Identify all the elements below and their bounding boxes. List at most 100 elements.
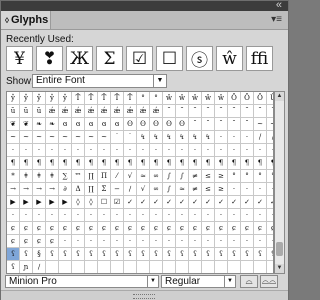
recent-glyph[interactable]: ☐ [156, 46, 183, 71]
glyph-cell[interactable]: · [111, 235, 124, 248]
glyph-cell[interactable]: Ť [98, 92, 111, 105]
glyph-cell[interactable]: · [228, 235, 241, 248]
scroll-down-icon[interactable]: ▼ [275, 264, 284, 273]
glyph-cell[interactable]: ʕ [98, 248, 111, 261]
glyph-cell[interactable]: · [176, 209, 189, 222]
recent-glyph[interactable]: ŵ [216, 46, 243, 71]
glyph-cell[interactable]: ∏ [85, 170, 98, 183]
glyph-cell[interactable]: ▶ [7, 196, 20, 209]
glyph-cell[interactable]: ✓ [228, 196, 241, 209]
glyph-cell[interactable]: · [202, 144, 215, 157]
glyph-cell[interactable]: ɞ [85, 118, 98, 131]
glyph-cell[interactable]: ◊ [85, 196, 98, 209]
glyph-cell[interactable]: ǽ [137, 105, 150, 118]
glyph-cell[interactable]: · [20, 209, 33, 222]
glyph-cell[interactable]: ʕ [254, 248, 267, 261]
glyph-cell[interactable]: ✓ [150, 196, 163, 209]
glyph-cell[interactable]: ɞ [98, 118, 111, 131]
glyph-cell[interactable] [46, 261, 59, 273]
panel-titlebar[interactable]: « [1, 0, 288, 11]
glyph-cell[interactable]: ° [228, 170, 241, 183]
glyph-cell[interactable]: ¶ [20, 157, 33, 170]
glyph-cell[interactable]: · [163, 209, 176, 222]
glyph-cell[interactable]: ʘ [150, 118, 163, 131]
glyph-cell[interactable] [228, 261, 241, 273]
glyph-cell[interactable]: Π [98, 170, 111, 183]
glyph-cell[interactable]: ʕ [228, 248, 241, 261]
glyph-cell[interactable]: ǂ [33, 170, 46, 183]
glyph-cell[interactable]: ŭ [20, 105, 33, 118]
glyph-cell[interactable]: · [189, 144, 202, 157]
show-dropdown[interactable]: Entire Font ▼ [32, 74, 167, 88]
glyph-cell[interactable]: ˘ [215, 118, 228, 131]
glyph-cell[interactable]: · [7, 144, 20, 157]
scroll-thumb[interactable] [276, 242, 283, 256]
glyph-cell[interactable]: ≤ [202, 170, 215, 183]
glyph-cell[interactable]: ˜ [254, 105, 267, 118]
glyph-cell[interactable] [241, 261, 254, 273]
glyph-cell[interactable] [124, 261, 137, 273]
glyph-cell[interactable]: ° [150, 92, 163, 105]
glyph-cell[interactable]: ¶ [111, 157, 124, 170]
recent-glyph[interactable]: Ж [66, 46, 93, 71]
glyph-cell[interactable]: ◊ [72, 196, 85, 209]
glyph-cell[interactable]: ɞ [111, 118, 124, 131]
glyph-cell[interactable]: ʕ [267, 248, 273, 261]
glyph-cell[interactable]: ˜ [176, 105, 189, 118]
glyph-cell[interactable]: ✓ [163, 196, 176, 209]
glyph-cell[interactable]: ˜ [267, 105, 273, 118]
glyph-cell[interactable]: √ [124, 170, 137, 183]
glyph-cell[interactable]: ✓ [137, 196, 150, 209]
glyph-cell[interactable]: ʘ [124, 118, 137, 131]
glyph-cell[interactable]: ʕ [202, 248, 215, 261]
glyph-cell[interactable]: ¶ [98, 157, 111, 170]
glyph-cell[interactable]: → [7, 183, 20, 196]
glyph-cell[interactable]: ∏ [85, 183, 98, 196]
glyph-cell[interactable]: ❦ [20, 118, 33, 131]
glyph-cell[interactable]: ɲ [20, 261, 33, 273]
glyph-cell[interactable]: · [176, 144, 189, 157]
glyph-cell[interactable]: ŷ [7, 92, 20, 105]
glyph-cell[interactable]: Ŏ [241, 92, 254, 105]
glyph-cell[interactable]: · [137, 209, 150, 222]
glyph-cell[interactable]: · [215, 131, 228, 144]
glyph-cell[interactable] [267, 261, 273, 273]
glyph-cell[interactable]: · [241, 235, 254, 248]
glyph-cell[interactable]: ¶ [228, 157, 241, 170]
glyph-cell[interactable]: ʕ [241, 248, 254, 261]
glyph-cell[interactable]: ° [254, 170, 267, 183]
glyph-cell[interactable] [137, 261, 150, 273]
glyph-cell[interactable]: ✓ [254, 196, 267, 209]
glyph-cell[interactable]: ↯ [189, 131, 202, 144]
glyph-cell[interactable]: ▶ [20, 196, 33, 209]
glyph-cell[interactable]: − [111, 183, 124, 196]
glyph-cell[interactable]: · [228, 209, 241, 222]
glyph-cell[interactable]: → [33, 183, 46, 196]
glyph-cell[interactable]: ŷ [46, 92, 59, 105]
glyph-cell[interactable]: ❧ [46, 118, 59, 131]
glyph-cell[interactable]: ʕ [7, 248, 20, 261]
glyph-cell[interactable]: ✓ [202, 196, 215, 209]
glyph-cell[interactable]: ™ [72, 170, 85, 183]
glyph-cell[interactable]: · [202, 235, 215, 248]
recent-glyph[interactable]: Σ [96, 46, 123, 71]
glyph-cell[interactable]: · [241, 183, 254, 196]
glyph-cell[interactable]: ǂ [20, 170, 33, 183]
glyph-cell[interactable]: ŭ [33, 105, 46, 118]
glyph-cell[interactable]: ɕ [163, 222, 176, 235]
glyph-cell[interactable] [85, 261, 98, 273]
glyph-cell[interactable]: · [7, 209, 20, 222]
glyph-cell[interactable]: ~ [72, 131, 85, 144]
glyph-cell[interactable]: ǽ [111, 105, 124, 118]
glyph-cell[interactable]: · [254, 235, 267, 248]
glyph-cell[interactable]: · [33, 144, 46, 157]
glyph-cell[interactable]: ↯ [163, 131, 176, 144]
glyph-cell[interactable]: · [267, 183, 273, 196]
glyph-cell[interactable]: ❧ [33, 118, 46, 131]
glyph-cell[interactable]: ∞ [150, 170, 163, 183]
glyph-cell[interactable]: ↯ [176, 131, 189, 144]
glyph-cell[interactable]: ɕ [20, 235, 33, 248]
glyph-cell[interactable]: ˜ [202, 105, 215, 118]
glyph-cell[interactable]: ∂ [59, 183, 72, 196]
glyph-cell[interactable]: · [228, 131, 241, 144]
